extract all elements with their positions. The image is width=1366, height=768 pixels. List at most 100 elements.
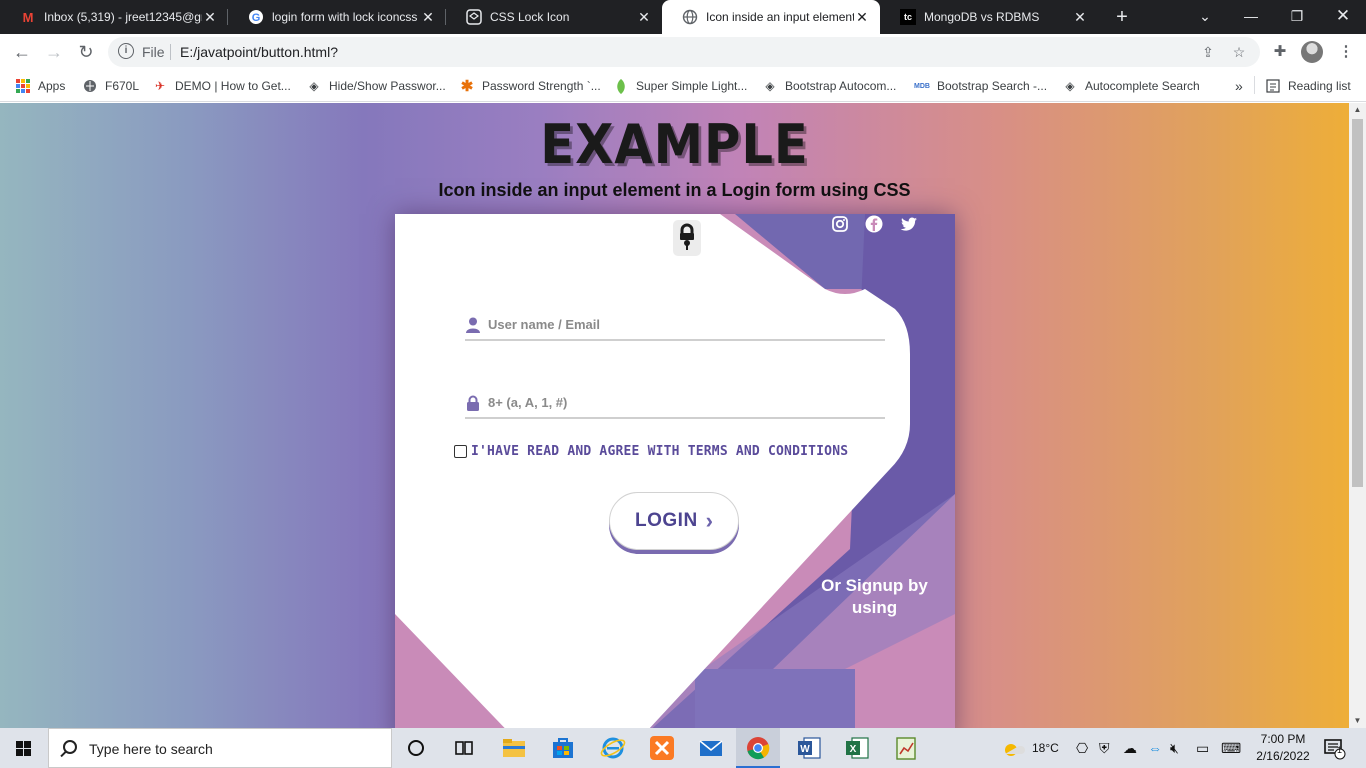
tab-mongodb-vs-rdbms[interactable]: tc MongoDB vs RDBMS ✕	[880, 0, 1098, 34]
minimize-icon[interactable]: —	[1228, 0, 1274, 34]
instagram-icon[interactable]	[830, 214, 850, 234]
tab-gmail[interactable]: M Inbox (5,319) - jreet12345@gmail.com ✕	[0, 0, 228, 34]
tray-onedrive-icon[interactable]: ☁	[1123, 728, 1137, 768]
back-arrow-icon[interactable]: ←	[8, 38, 36, 66]
close-icon[interactable]: ✕	[636, 9, 652, 26]
bookmark-star-icon[interactable]: ☆	[1229, 42, 1249, 62]
notification-center-button[interactable]: 1	[1322, 728, 1346, 768]
lock-icon	[467, 395, 479, 411]
apps-grid-icon	[15, 78, 31, 94]
tray-network-icon[interactable]: ▭	[1196, 728, 1209, 768]
taskbar-search[interactable]: Type here to search	[48, 728, 392, 768]
asterisk-icon: ✱	[460, 78, 474, 95]
scheme-label: File	[142, 44, 165, 60]
mdb-icon: MDB	[914, 82, 930, 90]
notification-icon	[1324, 739, 1346, 760]
leaf-icon	[613, 78, 629, 94]
task-view-icon[interactable]	[450, 734, 478, 762]
mail-icon[interactable]	[697, 734, 725, 762]
info-icon[interactable]: i	[118, 43, 134, 59]
share-icon[interactable]: ⇪	[1198, 42, 1218, 62]
password-placeholder: 8+ (a, A, 1, #)	[488, 395, 568, 410]
restore-icon[interactable]: ❐	[1274, 0, 1320, 34]
bookmark-password-strength[interactable]: ✱ Password Strength `...	[459, 76, 601, 96]
chevron-right-icon: ›	[705, 508, 713, 533]
search-icon	[63, 740, 77, 754]
bookmark-bootstrap-search[interactable]: MDB Bootstrap Search -...	[914, 76, 1047, 96]
forward-arrow-icon[interactable]: →	[40, 38, 68, 66]
bookmark-f670l[interactable]: F670L	[82, 76, 139, 96]
scroll-thumb[interactable]	[1352, 119, 1363, 487]
tray-volume-muted-icon[interactable]: 🔇︎	[1170, 728, 1179, 768]
close-icon[interactable]: ✕	[854, 9, 870, 26]
demo-site-icon: ✈	[154, 79, 166, 93]
tray-teamviewer-icon[interactable]: ⇔	[1148, 728, 1162, 768]
window-close-icon[interactable]: ✕	[1320, 0, 1366, 34]
taskbar-search-placeholder: Type here to search	[89, 741, 213, 757]
password-field[interactable]: 8+ (a, A, 1, #)	[465, 389, 885, 419]
login-button[interactable]: LOGIN ›	[609, 492, 739, 550]
weather-temp: 18°C	[1032, 741, 1059, 755]
profile-avatar[interactable]	[1301, 41, 1323, 63]
twitter-icon[interactable]	[899, 214, 919, 234]
file-explorer-icon[interactable]	[500, 734, 528, 762]
tray-keyboard-icon[interactable]: ⌨	[1221, 728, 1241, 768]
tab-icon-inside-input[interactable]: Icon inside an input element ✕	[662, 0, 880, 34]
gmail-icon: M	[22, 9, 34, 25]
bookmark-label: Bootstrap Autocom...	[785, 79, 897, 93]
bookmark-autocomplete-search[interactable]: ◈ Autocomplete Search	[1062, 76, 1199, 96]
terms-checkbox[interactable]	[454, 445, 467, 458]
taskbar-clock[interactable]: 7:00 PM 2/16/2022	[1248, 731, 1318, 765]
login-label: LOGIN	[635, 510, 698, 531]
facebook-icon[interactable]	[864, 214, 884, 234]
bookmark-demo[interactable]: ✈ DEMO | How to Get...	[152, 76, 291, 96]
notepad-chart-icon[interactable]	[892, 734, 920, 762]
bookmark-apps[interactable]: Apps	[15, 76, 65, 96]
new-tab-button[interactable]: +	[1110, 5, 1134, 29]
username-field[interactable]: User name / Email	[465, 311, 885, 341]
terms-row: I'HAVE READ AND AGREE WITH TERMS AND CON…	[454, 444, 848, 459]
internet-explorer-icon[interactable]	[599, 734, 627, 762]
word-icon[interactable]: W	[795, 734, 823, 762]
tab-google-search[interactable]: G login form with lock iconcss - Google …	[228, 0, 446, 34]
codepen-icon: ◈	[1065, 79, 1075, 93]
codepen-icon: ◈	[765, 79, 775, 93]
bookmark-hide-show-password[interactable]: ◈ Hide/Show Passwor...	[306, 76, 445, 96]
reading-list-button[interactable]: Reading list	[1265, 76, 1351, 96]
menu-kebab-icon[interactable]: ⋮	[1334, 40, 1358, 64]
weather-icon[interactable]	[999, 734, 1027, 762]
close-icon[interactable]: ✕	[202, 9, 218, 26]
bookmarks-overflow-button[interactable]: »	[1235, 76, 1243, 96]
chrome-icon[interactable]	[744, 734, 772, 762]
microsoft-store-icon[interactable]	[549, 734, 577, 762]
tab-css-lock-icon[interactable]: CSS Lock Icon ✕	[446, 0, 662, 34]
reload-icon[interactable]: ↻	[72, 38, 100, 66]
clock-time: 7:00 PM	[1260, 732, 1306, 746]
tc-icon: tc	[900, 9, 916, 25]
bookmark-label: Super Simple Light...	[636, 79, 748, 93]
cortana-icon[interactable]	[402, 734, 430, 762]
globe-icon	[682, 9, 698, 25]
notification-count: 1	[1337, 745, 1343, 755]
address-bar[interactable]: i File E:/javatpoint/button.html? ⇪ ☆	[108, 37, 1260, 67]
bookmarks-bar: Apps F670L ✈ DEMO | How to Get... ◈ Hide…	[0, 70, 1366, 102]
excel-icon[interactable]: X	[843, 734, 871, 762]
start-button[interactable]	[0, 728, 48, 768]
tab-search-chevron-icon[interactable]: ⌄	[1182, 0, 1228, 34]
extensions-puzzle-icon[interactable]: ✚	[1268, 40, 1292, 64]
bookmark-bootstrap-autocomplete[interactable]: ◈ Bootstrap Autocom...	[762, 76, 896, 96]
close-icon[interactable]: ✕	[420, 9, 436, 26]
scroll-up-arrow-icon[interactable]: ▲	[1349, 103, 1366, 117]
tray-meet-now-icon[interactable]: ⎔	[1076, 728, 1088, 768]
google-icon: G	[248, 9, 264, 25]
page-heading: EXAMPLE	[540, 113, 809, 176]
url-text[interactable]: E:/javatpoint/button.html?	[180, 44, 338, 60]
page-scrollbar[interactable]: ▲ ▼	[1349, 103, 1366, 728]
xampp-icon[interactable]	[648, 734, 676, 762]
close-icon[interactable]: ✕	[1072, 9, 1088, 26]
terms-label[interactable]: I'HAVE READ AND AGREE WITH TERMS AND CON…	[471, 444, 848, 459]
scroll-down-arrow-icon[interactable]: ▼	[1349, 714, 1366, 728]
tray-security-icon[interactable]: ⛨	[1099, 728, 1110, 768]
bookmark-super-simple-light[interactable]: Super Simple Light...	[613, 76, 747, 96]
tab-title: Icon inside an input element	[706, 10, 854, 24]
